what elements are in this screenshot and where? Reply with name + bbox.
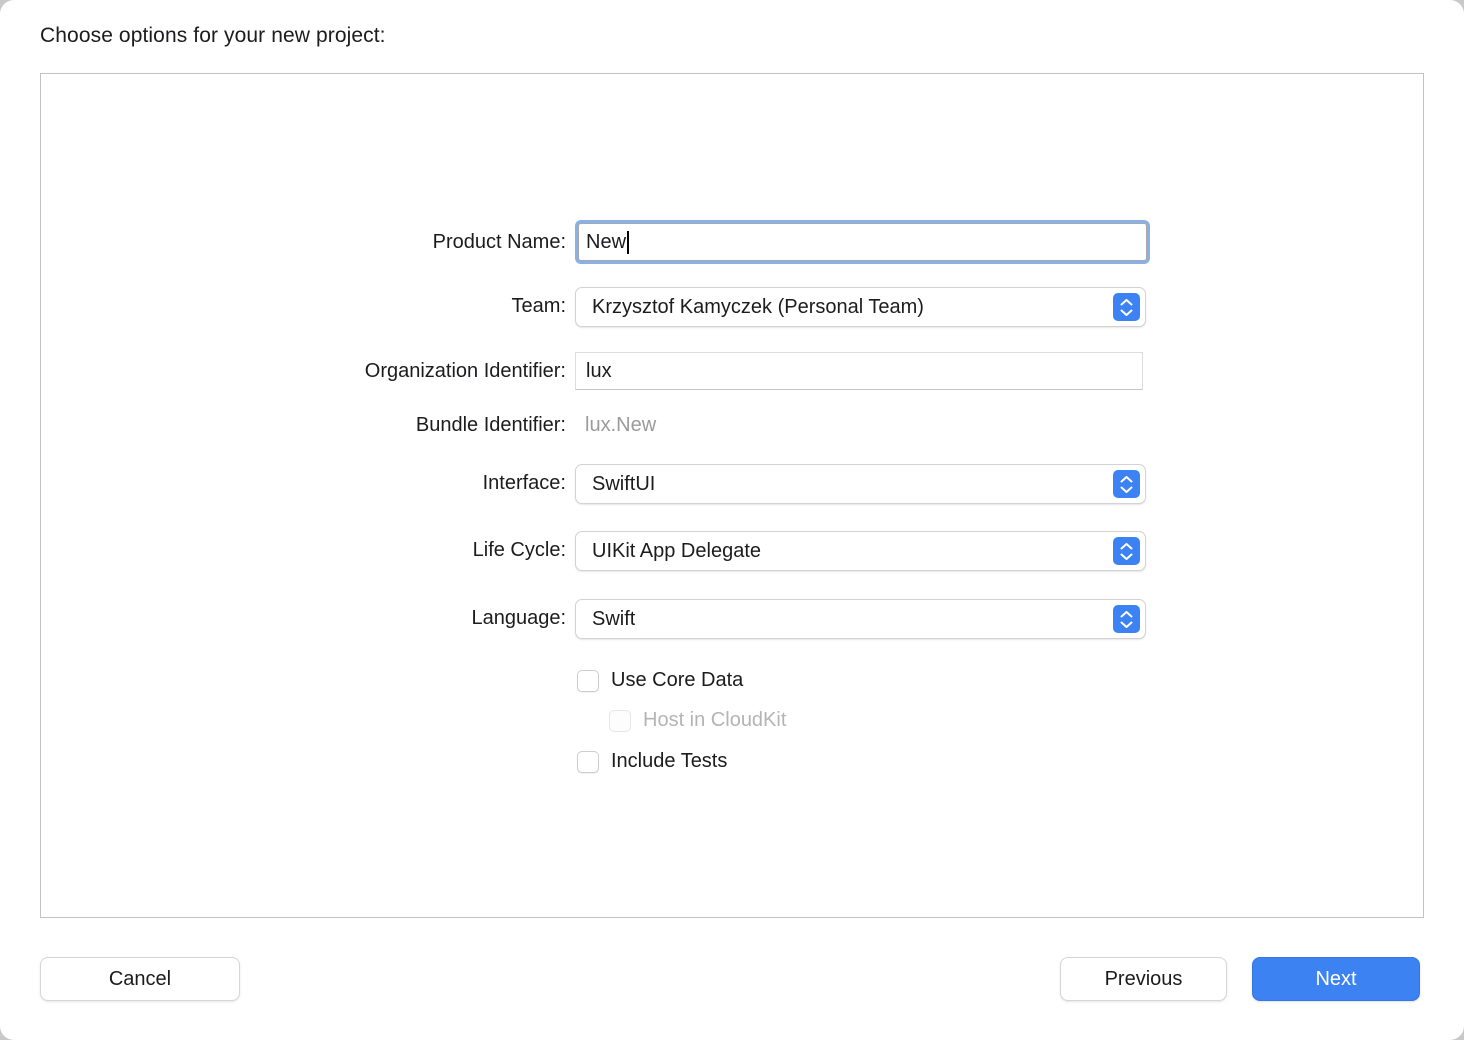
include-tests-label: Include Tests bbox=[611, 750, 728, 772]
chevron-up-down-icon[interactable] bbox=[1113, 470, 1140, 498]
life-cycle-select[interactable]: UIKit App Delegate bbox=[575, 531, 1146, 571]
include-tests-checkbox[interactable] bbox=[577, 750, 599, 773]
form-row-team: Team: Krzysztof Kamyczek (Personal Team) bbox=[41, 286, 1423, 327]
organization-identifier-input[interactable]: lux bbox=[575, 352, 1143, 390]
host-in-cloudkit-label: Host in CloudKit bbox=[643, 709, 787, 731]
interface-selected-value: SwiftUI bbox=[592, 472, 656, 495]
form-row-organization-identifier: Organization Identifier: lux bbox=[41, 351, 1423, 391]
label-life-cycle: Life Cycle: bbox=[472, 539, 566, 561]
chevron-up-down-icon[interactable] bbox=[1113, 537, 1140, 565]
checkbox-row-use-core-data[interactable]: Use Core Data bbox=[577, 669, 743, 692]
next-button[interactable]: Next bbox=[1252, 957, 1420, 1001]
label-interface: Interface: bbox=[482, 472, 566, 494]
form-row-language: Language: Swift bbox=[41, 598, 1423, 639]
product-name-value: New bbox=[586, 231, 627, 253]
team-selected-value: Krzysztof Kamyczek (Personal Team) bbox=[592, 295, 924, 318]
form-row-bundle-identifier: Bundle Identifier: lux.New bbox=[41, 405, 1423, 445]
page-title: Choose options for your new project: bbox=[40, 24, 386, 47]
checkbox-row-host-in-cloudkit: Host in CloudKit bbox=[609, 709, 786, 732]
chevron-up-down-icon[interactable] bbox=[1113, 605, 1140, 633]
use-core-data-checkbox[interactable] bbox=[577, 669, 599, 692]
checkbox-row-include-tests[interactable]: Include Tests bbox=[577, 750, 727, 773]
previous-button[interactable]: Previous bbox=[1060, 957, 1227, 1001]
form-row-life-cycle: Life Cycle: UIKit App Delegate bbox=[41, 530, 1423, 571]
form-row-interface: Interface: SwiftUI bbox=[41, 463, 1423, 504]
cancel-button[interactable]: Cancel bbox=[40, 957, 240, 1001]
life-cycle-selected-value: UIKit App Delegate bbox=[592, 539, 761, 562]
organization-identifier-value: lux bbox=[586, 359, 612, 382]
host-in-cloudkit-checkbox bbox=[609, 709, 631, 732]
options-content-panel: Product Name: New Team: Krzysztof Kamycz… bbox=[40, 73, 1424, 918]
label-team: Team: bbox=[511, 295, 566, 317]
team-select[interactable]: Krzysztof Kamyczek (Personal Team) bbox=[575, 287, 1146, 327]
use-core-data-label: Use Core Data bbox=[611, 669, 744, 691]
language-selected-value: Swift bbox=[592, 607, 636, 630]
interface-select[interactable]: SwiftUI bbox=[575, 464, 1146, 504]
bundle-identifier-value: lux.New bbox=[585, 414, 657, 436]
form-row-product-name: Product Name: New bbox=[41, 220, 1423, 264]
text-cursor bbox=[627, 230, 630, 254]
chevron-up-down-icon[interactable] bbox=[1113, 293, 1140, 321]
product-name-input[interactable]: New bbox=[575, 220, 1150, 264]
label-language: Language: bbox=[471, 607, 566, 629]
label-organization-identifier: Organization Identifier: bbox=[364, 360, 566, 382]
new-project-options-dialog: Choose options for your new project: Pro… bbox=[0, 0, 1464, 1040]
label-bundle-identifier: Bundle Identifier: bbox=[415, 414, 566, 436]
label-product-name: Product Name: bbox=[432, 231, 566, 253]
language-select[interactable]: Swift bbox=[575, 599, 1146, 639]
